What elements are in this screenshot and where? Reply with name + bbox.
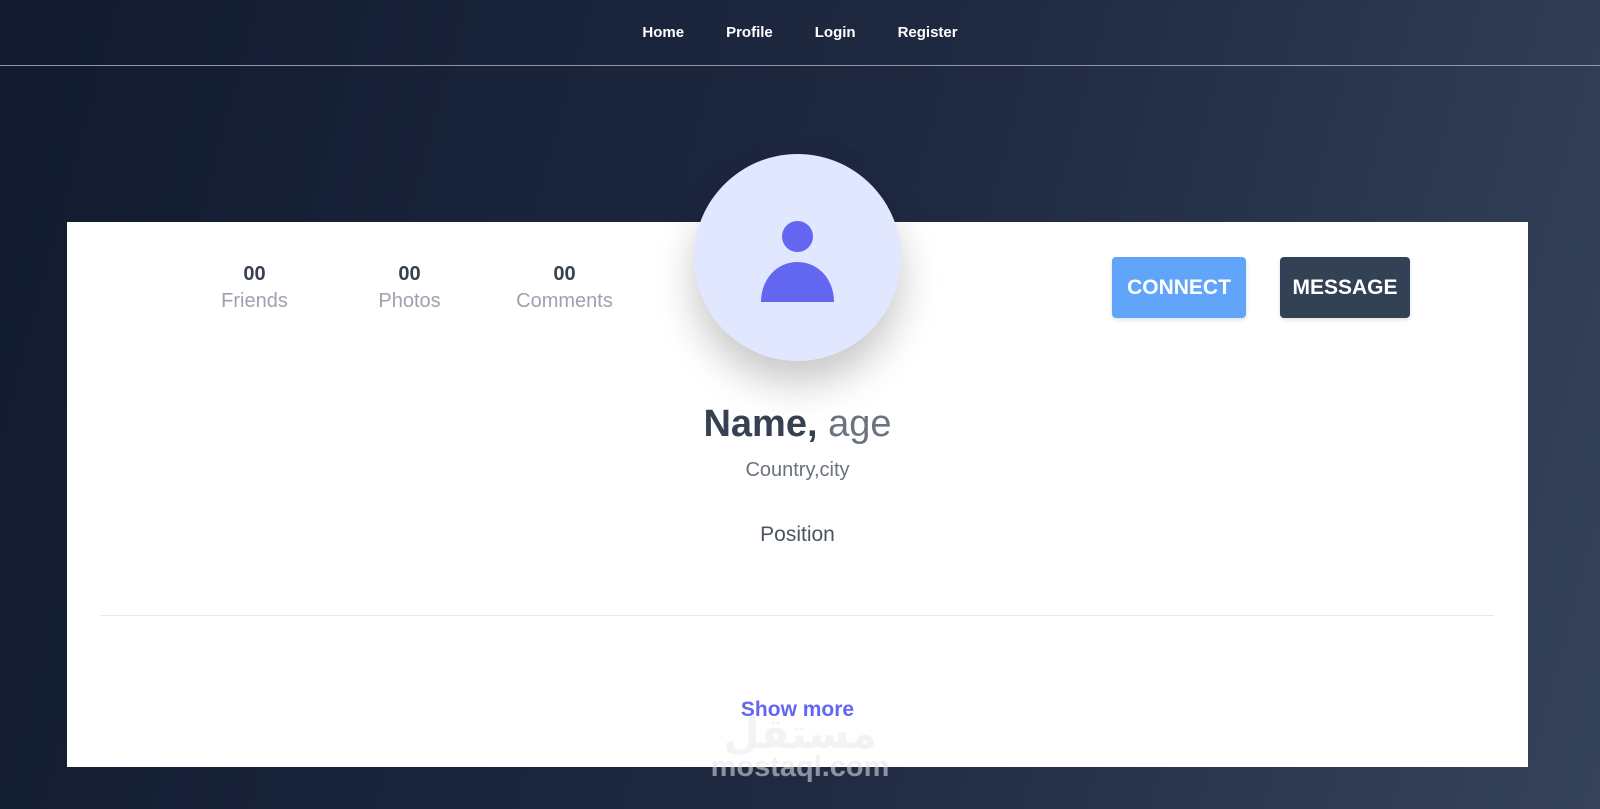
stat-friends-count: 00 [243, 263, 266, 285]
top-navbar: Home Profile Login Register [0, 0, 1600, 66]
profile-stats: 00 Friends 00 Photos 00 Comments [177, 262, 642, 316]
nav-link-login[interactable]: Login [815, 24, 856, 41]
nav-link-register[interactable]: Register [898, 24, 958, 41]
stat-friends: 00 Friends [177, 262, 332, 316]
profile-name: Name, [703, 403, 818, 445]
connect-button[interactable]: CONNECT [1112, 257, 1246, 318]
stat-comments: 00 Comments [487, 262, 642, 316]
stat-photos-count: 00 [398, 263, 421, 285]
profile-age: age [828, 403, 892, 445]
stat-photos: 00 Photos [332, 262, 487, 316]
nav-link-home[interactable]: Home [642, 24, 684, 41]
avatar [694, 154, 901, 361]
message-button[interactable]: MESSAGE [1280, 257, 1410, 318]
stat-comments-count: 00 [553, 263, 576, 285]
stat-comments-label: Comments [516, 290, 613, 312]
user-icon [761, 221, 834, 302]
section-divider [101, 615, 1494, 616]
nav-link-profile[interactable]: Profile [726, 24, 773, 41]
stat-friends-label: Friends [221, 290, 288, 312]
show-more-link[interactable]: Show more [67, 698, 1528, 722]
stat-photos-label: Photos [378, 290, 441, 312]
profile-position: Position [760, 523, 835, 546]
profile-name-line: Name, age [67, 402, 1528, 446]
profile-info: Name, age Country,city Position [67, 402, 1528, 548]
profile-location: Country,city [745, 459, 850, 481]
